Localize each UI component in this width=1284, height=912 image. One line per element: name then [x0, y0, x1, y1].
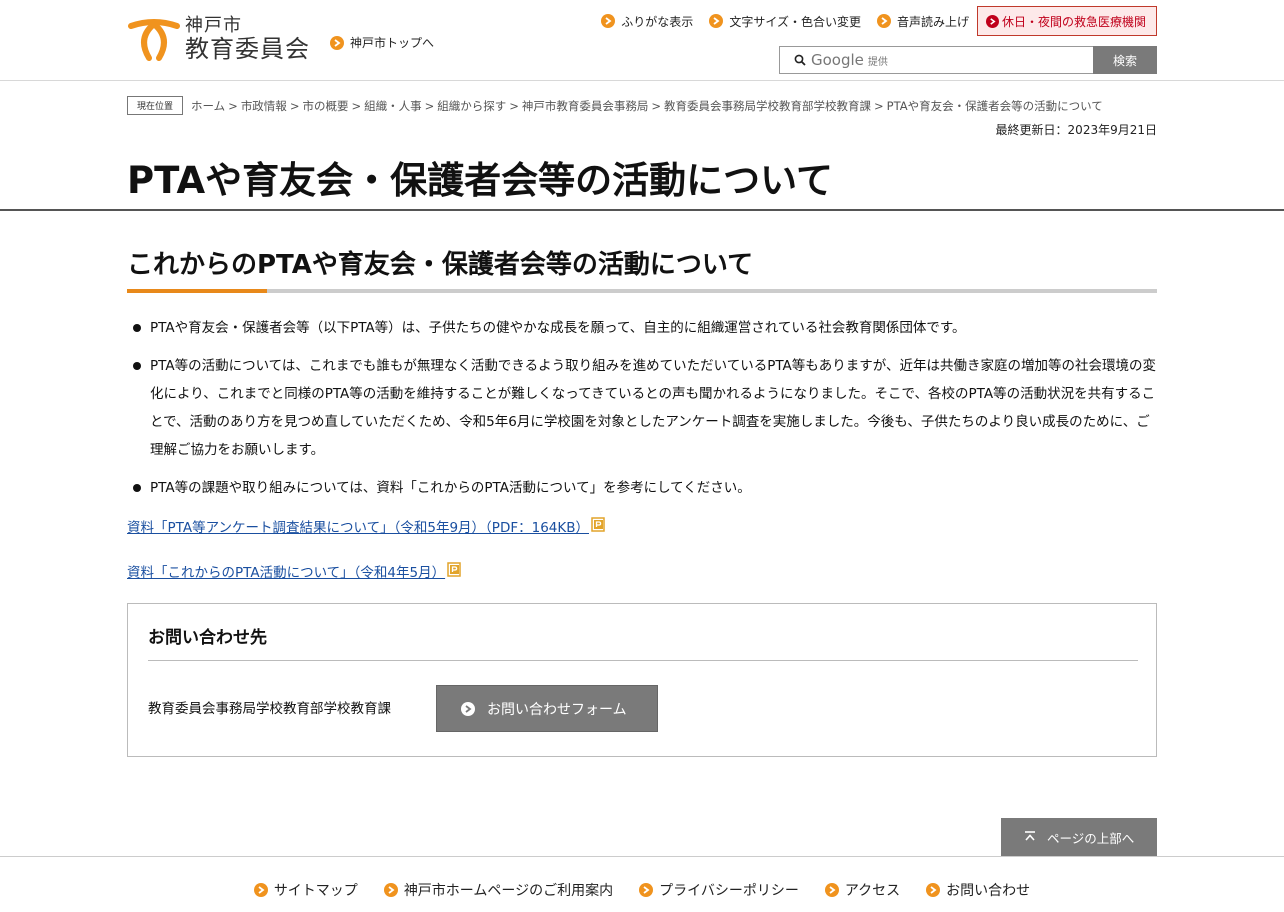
footer-link-access[interactable]: アクセス: [824, 880, 901, 900]
google-brand-text: Google: [811, 51, 864, 69]
logo-city-text: 神戸市: [185, 15, 242, 36]
utility-nav: ふりがな表示 文字サイズ・色合い変更 音声読み上げ 休日・夜間の救急医療機関: [585, 6, 1157, 36]
breadcrumb-item[interactable]: 神戸市教育委員会事務局: [522, 98, 649, 114]
back-to-top-label: ページの上部へ: [1047, 830, 1135, 846]
furigana-link[interactable]: ふりがな表示: [601, 13, 693, 30]
breadcrumb-separator: >: [651, 98, 662, 113]
breadcrumb-item[interactable]: 市政情報: [241, 98, 287, 114]
contact-divider: [148, 660, 1138, 661]
footer-link-label: 神戸市ホームページのご利用案内: [403, 883, 614, 899]
contact-form-label: お問い合わせフォーム: [487, 701, 627, 718]
furigana-label: ふりがな表示: [621, 14, 694, 29]
read-aloud-link[interactable]: 音声読み上げ: [876, 13, 969, 30]
list-item: PTA等の課題や取り組みについては、資料「これからのPTA活動について」を参考に…: [133, 474, 1159, 502]
breadcrumb-current: PTAや育友会・保護者会等の活動について: [886, 98, 1103, 113]
site-logo[interactable]: 神戸市 教育委員会: [127, 16, 310, 62]
breadcrumb-item[interactable]: 市の概要: [302, 98, 348, 114]
pdf-icon: [591, 517, 605, 532]
back-to-top-button[interactable]: ページの上部へ: [1001, 818, 1157, 856]
site-search: Google 提供 検索: [779, 46, 1157, 74]
footer-link-label: アクセス: [844, 883, 901, 899]
contact-form-button[interactable]: お問い合わせフォーム: [436, 685, 658, 732]
breadcrumb-separator: >: [424, 98, 435, 113]
breadcrumb-item[interactable]: 教育委員会事務局学校教育部学校教育課: [664, 98, 871, 114]
contact-title: お問い合わせ先: [148, 628, 267, 648]
arrow-right-icon: [709, 14, 724, 28]
footer-link-sitemap[interactable]: サイトマップ: [253, 880, 358, 900]
breadcrumb-item[interactable]: 組織・人事: [364, 98, 422, 114]
breadcrumb-label: 現在位置: [127, 96, 184, 115]
google-provided-text: 提供: [867, 56, 888, 68]
section-heading-rule: [127, 289, 1157, 293]
contact-box: お問い合わせ先 教育委員会事務局学校教育部学校教育課 お問い合わせフォーム: [127, 603, 1157, 757]
last-updated: 最終更新日：2023年9月21日: [995, 123, 1157, 137]
footer-link-usage-guide[interactable]: 神戸市ホームページのご利用案内: [383, 880, 614, 900]
arrow-right-icon: [985, 14, 999, 28]
list-item: PTA等の活動については、これまでも誰もが無理なく活動できるよう取り組みを進めて…: [133, 352, 1159, 464]
arrow-right-icon: [601, 14, 616, 28]
kobe-emblem-icon: [128, 19, 180, 61]
arrow-right-icon: [926, 883, 941, 897]
contact-department: 教育委員会事務局学校教育部学校教育課: [148, 701, 391, 717]
title-divider: [0, 209, 1284, 211]
kobe-top-label: 神戸市トップへ: [350, 36, 435, 50]
breadcrumb-separator: >: [351, 98, 362, 113]
page-title: PTAや育友会・保護者会等の活動について: [127, 159, 834, 202]
kobe-top-link[interactable]: 神戸市トップへ: [330, 34, 434, 51]
breadcrumb: 現在位置 ホーム > 市政情報 > 市の概要 > 組織・人事 > 組織から探す …: [127, 96, 1103, 115]
breadcrumb-separator: >: [228, 98, 238, 113]
arrow-right-icon: [876, 14, 891, 28]
section-heading: これからのPTAや育友会・保護者会等の活動について: [127, 250, 754, 280]
arrow-right-icon: [461, 701, 475, 716]
info-list: PTAや育友会・保護者会等（以下PTA等）は、子供たちの健やかな成長を願って、自…: [133, 314, 1159, 512]
list-item: PTAや育友会・保護者会等（以下PTA等）は、子供たちの健やかな成長を願って、自…: [133, 314, 1159, 342]
font-color-link[interactable]: 文字サイズ・色合い変更: [709, 13, 861, 30]
footer-link-label: サイトマップ: [273, 883, 358, 899]
future-pta-doc-link[interactable]: 資料「これからのPTA活動について」（令和4年5月）: [127, 561, 462, 581]
read-aloud-label: 音声読み上げ: [896, 14, 969, 29]
arrow-right-icon: [383, 883, 398, 897]
footer-link-label: プライバシーポリシー: [659, 883, 799, 899]
site-header: 神戸市 教育委員会 神戸市トップへ ふりがな表示 文字サイズ・色合い変更 音声読…: [0, 0, 1284, 81]
future-pta-link-text: 資料「これからのPTA活動について」（令和4年5月）: [127, 565, 446, 581]
footer-link-privacy[interactable]: プライバシーポリシー: [639, 880, 799, 900]
logo-board-text: 教育委員会: [185, 35, 310, 63]
breadcrumb-separator: >: [874, 98, 884, 113]
survey-results-link-text: 資料「PTA等アンケート調査結果について」（令和5年9月）（PDF：164KB）: [127, 520, 589, 536]
arrow-right-icon: [253, 883, 268, 897]
search-button[interactable]: 検索: [1093, 46, 1157, 74]
arrow-right-icon: [330, 35, 344, 50]
footer-link-contact[interactable]: お問い合わせ: [926, 880, 1030, 900]
breadcrumb-separator: >: [509, 98, 519, 113]
breadcrumb-home[interactable]: ホーム: [191, 98, 225, 114]
breadcrumb-item[interactable]: 組織から探す: [437, 98, 506, 114]
arrow-up-icon: [1025, 831, 1035, 841]
emergency-label: 休日・夜間の救急医療機関: [1001, 14, 1146, 29]
arrow-right-icon: [824, 883, 839, 897]
font-color-label: 文字サイズ・色合い変更: [729, 14, 861, 29]
survey-results-pdf-link[interactable]: 資料「PTA等アンケート調査結果について」（令和5年9月）（PDF：164KB）: [127, 516, 606, 536]
pdf-icon: [447, 562, 461, 577]
footer-divider: [0, 856, 1284, 857]
footer-nav: サイトマップ 神戸市ホームページのご利用案内 プライバシーポリシー アクセス お…: [0, 880, 1284, 900]
footer-link-label: お問い合わせ: [946, 883, 1031, 899]
breadcrumb-separator: >: [289, 98, 300, 113]
arrow-right-icon: [639, 883, 654, 897]
search-input[interactable]: Google 提供: [779, 46, 1093, 74]
search-icon: [794, 54, 806, 66]
emergency-medical-link[interactable]: 休日・夜間の救急医療機関: [976, 6, 1157, 36]
section-heading-accent: [127, 289, 267, 293]
